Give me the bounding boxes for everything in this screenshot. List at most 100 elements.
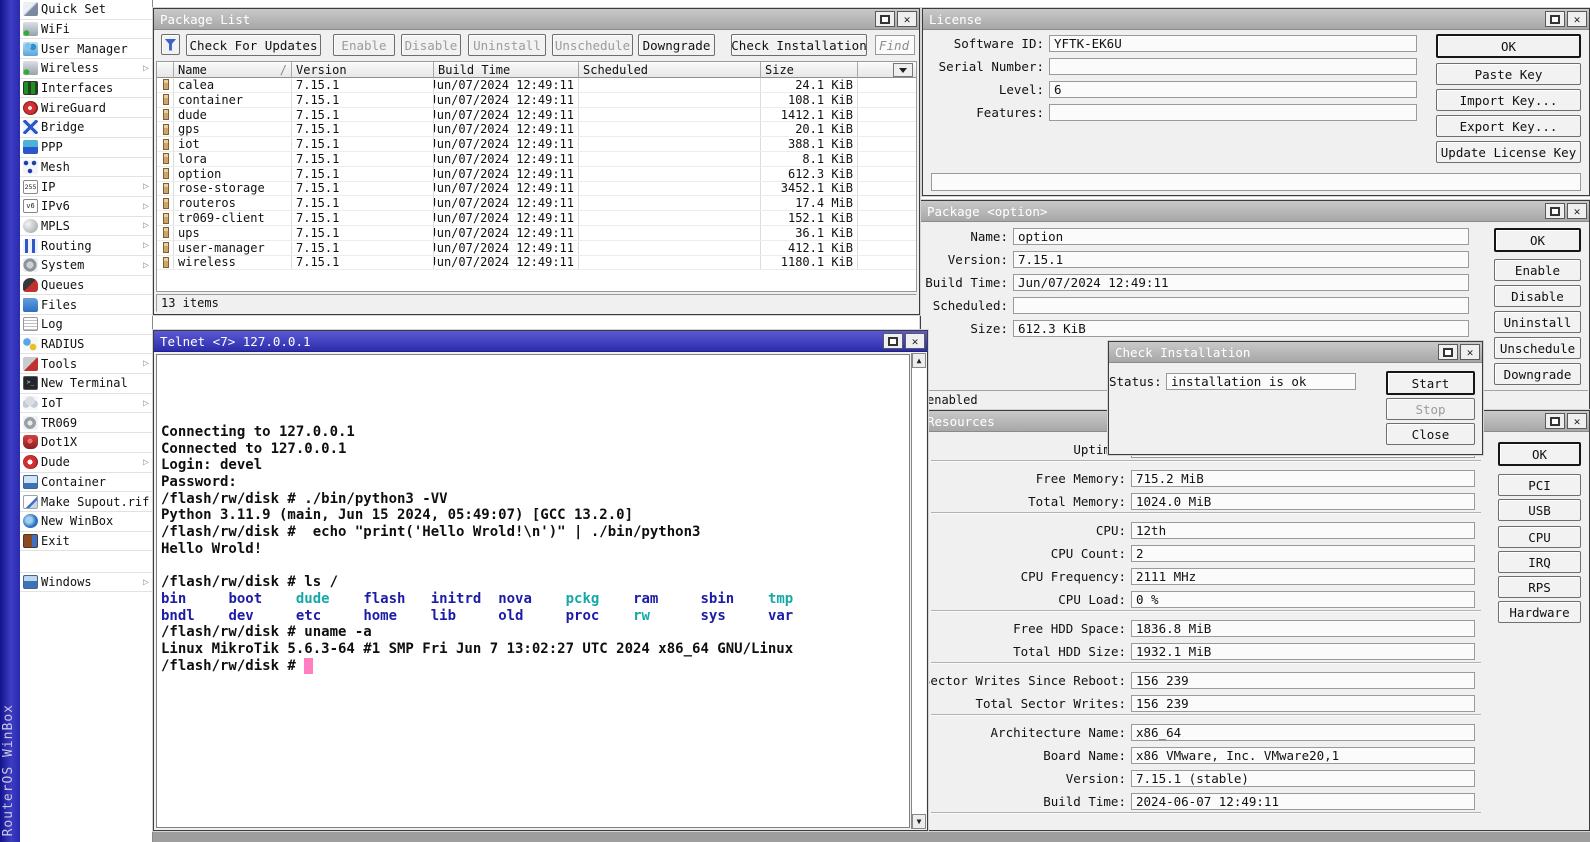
sidebar-item-wireguard[interactable]: WireGuard (20, 98, 152, 118)
field-value-scheduled[interactable] (1013, 297, 1469, 314)
sidebar-item-new-terminal[interactable]: New Terminal (20, 374, 152, 394)
export-key-button[interactable]: Export Key... (1436, 115, 1581, 137)
field-value-cpu[interactable]: 12th (1131, 522, 1475, 539)
field-value-version[interactable]: 7.15.1 (stable) (1131, 770, 1475, 787)
hardware-button[interactable]: Hardware (1498, 601, 1581, 623)
column-select-button[interactable] (893, 63, 913, 77)
sidebar-item-routing[interactable]: Routing▷ (20, 236, 152, 256)
table-row[interactable]: user-manager7.15.1Jun/07/2024 12:49:1141… (157, 241, 916, 256)
sidebar-item-interfaces[interactable]: Interfaces (20, 79, 152, 99)
sidebar-item-radius[interactable]: RADIUS (20, 335, 152, 355)
sidebar-item-dude[interactable]: Dude▷ (20, 453, 152, 473)
license-titlebar[interactable]: License ✕ (923, 9, 1589, 30)
close-button[interactable]: Close (1386, 423, 1475, 445)
sidebar-item-user-manager[interactable]: User Manager (20, 39, 152, 59)
ok-button[interactable]: OK (1498, 442, 1581, 466)
telnet-titlebar[interactable]: Telnet <7> 127.0.0.1 ✕ (154, 331, 927, 352)
field-value-total-sector-writes[interactable]: 156 239 (1131, 695, 1475, 712)
sidebar-item-container[interactable]: Container (20, 473, 152, 493)
sidebar-item-system[interactable]: System▷ (20, 256, 152, 276)
table-row[interactable]: iot7.15.1Jun/07/2024 12:49:11388.1 KiB (157, 137, 916, 152)
maximize-button[interactable] (1545, 413, 1565, 429)
table-row[interactable]: dude7.15.1Jun/07/2024 12:49:111412.1 KiB (157, 108, 916, 123)
maximize-button[interactable] (883, 333, 903, 349)
field-value-level[interactable]: 6 (1049, 81, 1417, 98)
table-row[interactable]: tr069-client7.15.1Jun/07/2024 12:49:1115… (157, 211, 916, 226)
check-installation-button[interactable]: Check Installation (731, 34, 867, 56)
import-key-button[interactable]: Import Key... (1436, 89, 1581, 111)
paste-key-button[interactable]: Paste Key (1436, 63, 1581, 85)
status-value[interactable]: installation is ok (1166, 373, 1356, 390)
update-license-key-button[interactable]: Update License Key (1436, 141, 1581, 163)
sidebar-item-dot1x[interactable]: Dot1X (20, 433, 152, 453)
sidebar-item-windows[interactable]: Windows▷ (20, 572, 152, 592)
stop-button[interactable]: Stop (1386, 398, 1475, 420)
pci-button[interactable]: PCI (1498, 474, 1581, 496)
field-value-features[interactable] (1049, 104, 1417, 121)
sidebar-item-quick-set[interactable]: Quick Set (20, 0, 152, 20)
maximize-button[interactable] (875, 11, 895, 27)
field-value-version[interactable]: 7.15.1 (1013, 251, 1469, 268)
close-button[interactable]: ✕ (1460, 344, 1480, 360)
table-row[interactable]: gps7.15.1Jun/07/2024 12:49:1120.1 KiB (157, 122, 916, 137)
column-header-size[interactable]: Size (761, 62, 858, 78)
disable-button[interactable]: Disable (401, 34, 461, 56)
table-row[interactable]: routeros7.15.1Jun/07/2024 12:49:1117.4 M… (157, 196, 916, 211)
close-button[interactable]: ✕ (905, 333, 925, 349)
cpu-button[interactable]: CPU (1498, 526, 1581, 548)
field-value-free-memory[interactable]: 715.2 MiB (1131, 470, 1475, 487)
enable-button[interactable]: Enable (333, 34, 395, 56)
sidebar-item-queues[interactable]: Queues (20, 276, 152, 296)
sidebar-item-make-supout-rif[interactable]: Make Supout.rif (20, 492, 152, 512)
uninstall-button[interactable]: Uninstall (1494, 311, 1581, 333)
sidebar-item-mesh[interactable]: Mesh (20, 158, 152, 178)
unschedule-button[interactable]: Unschedule (552, 34, 633, 56)
filter-button[interactable] (161, 34, 180, 55)
column-header-version[interactable]: Version (292, 62, 434, 78)
scroll-down-button[interactable]: ▼ (912, 814, 926, 829)
ok-button[interactable]: OK (1436, 34, 1581, 58)
table-row[interactable]: wireless7.15.1Jun/07/2024 12:49:111180.1… (157, 256, 916, 271)
field-value-free-hdd-space[interactable]: 1836.8 MiB (1131, 620, 1475, 637)
irq-button[interactable]: IRQ (1498, 551, 1581, 573)
table-row[interactable]: option7.15.1Jun/07/2024 12:49:11612.3 Ki… (157, 167, 916, 182)
rps-button[interactable]: RPS (1498, 576, 1581, 598)
sidebar-item-exit[interactable]: Exit (20, 532, 152, 552)
field-value-build-time[interactable]: Jun/07/2024 12:49:11 (1013, 274, 1469, 291)
field-value-size[interactable]: 612.3 KiB (1013, 320, 1469, 337)
sidebar-item-tr069[interactable]: TR069 (20, 413, 152, 433)
field-value-cpu-count[interactable]: 2 (1131, 545, 1475, 562)
table-row[interactable]: lora7.15.1Jun/07/2024 12:49:118.1 KiB (157, 152, 916, 167)
disable-button[interactable]: Disable (1494, 285, 1581, 307)
sidebar-item-ipv6[interactable]: IPv6▷ (20, 197, 152, 217)
table-row[interactable]: rose-storage7.15.1Jun/07/2024 12:49:1134… (157, 182, 916, 197)
maximize-button[interactable] (1438, 344, 1458, 360)
sidebar-item-ip[interactable]: IP▷ (20, 177, 152, 197)
close-button[interactable]: ✕ (897, 11, 917, 27)
field-value-sector-writes-since-reboot[interactable]: 156 239 (1131, 672, 1475, 689)
sidebar-item-tools[interactable]: Tools▷ (20, 354, 152, 374)
scroll-up-button[interactable]: ▲ (912, 353, 926, 368)
field-value-board-name[interactable]: x86 VMware, Inc. VMware20,1 (1131, 747, 1475, 764)
maximize-button[interactable] (1545, 11, 1565, 27)
column-header-build-time[interactable]: Build Time (434, 62, 579, 78)
find-input[interactable] (875, 35, 915, 55)
sidebar-item-bridge[interactable]: Bridge (20, 118, 152, 138)
ok-button[interactable]: OK (1494, 228, 1581, 252)
sidebar-item-wifi[interactable]: WiFi (20, 20, 152, 40)
column-header-name[interactable]: Name/ (174, 62, 292, 78)
sidebar-item-mpls[interactable]: MPLS▷ (20, 217, 152, 237)
unschedule-button[interactable]: Unschedule (1494, 337, 1581, 359)
table-row[interactable]: calea7.15.1Jun/07/2024 12:49:1124.1 KiB (157, 78, 916, 93)
terminal-scrollbar[interactable]: ▲ ▼ (911, 353, 926, 829)
uninstall-button[interactable]: Uninstall (468, 34, 546, 56)
sidebar-item-wireless[interactable]: Wireless▷ (20, 59, 152, 79)
check-for-updates-button[interactable]: Check For Updates (186, 34, 321, 56)
start-button[interactable]: Start (1386, 371, 1475, 395)
sidebar-item-iot[interactable]: IoT▷ (20, 394, 152, 414)
field-value-software-id[interactable]: YFTK-EK6U (1049, 35, 1417, 52)
table-row[interactable]: ups7.15.1Jun/07/2024 12:49:1136.1 KiB (157, 226, 916, 241)
field-value-total-memory[interactable]: 1024.0 MiB (1131, 493, 1475, 510)
sidebar-item-new-winbox[interactable]: New WinBox (20, 512, 152, 532)
downgrade-button[interactable]: Downgrade (1494, 363, 1581, 385)
